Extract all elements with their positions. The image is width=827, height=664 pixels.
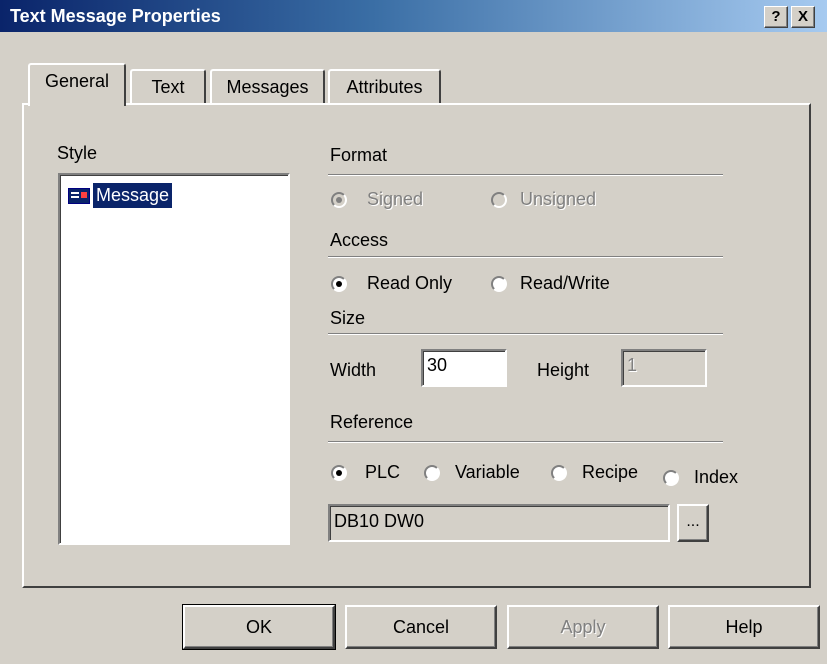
ok-button[interactable]: OK <box>182 604 336 650</box>
tab-general[interactable]: General <box>28 63 126 106</box>
close-icon[interactable]: X <box>791 6 815 28</box>
tab-attributes[interactable]: Attributes <box>328 69 441 103</box>
cancel-button[interactable]: Cancel <box>345 605 497 649</box>
tab-text[interactable]: Text <box>130 69 206 103</box>
help-button[interactable]: Help <box>668 605 820 649</box>
title-bar: Text Message Properties ? X <box>0 0 827 32</box>
general-tab-panel <box>22 103 811 588</box>
help-icon[interactable]: ? <box>764 6 788 28</box>
apply-button[interactable]: Apply <box>507 605 659 649</box>
window-title: Text Message Properties <box>10 6 221 26</box>
tab-messages[interactable]: Messages <box>210 69 325 103</box>
